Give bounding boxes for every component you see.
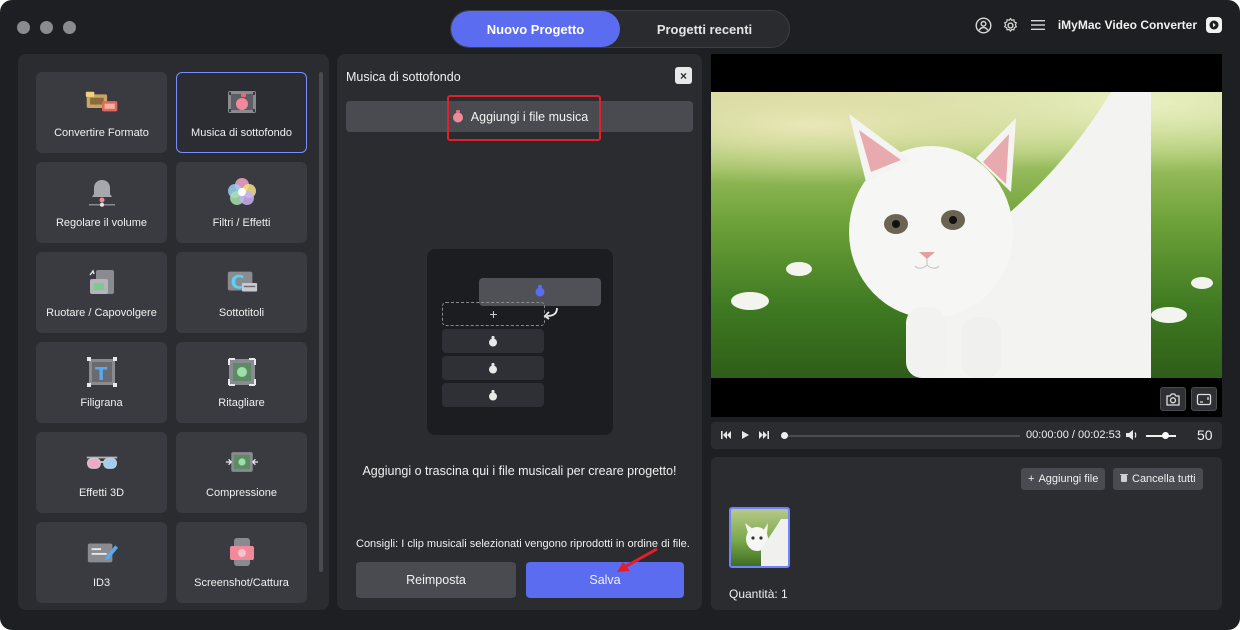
app-window: Nuovo Progetto Progetti recenti iMyMac V… xyxy=(0,0,1240,630)
filter-icon xyxy=(225,177,259,207)
music-bag-icon xyxy=(451,108,465,126)
tool-convert-format[interactable]: Convertire Formato xyxy=(36,72,167,153)
volume-slider[interactable] xyxy=(1146,435,1176,437)
drop-hint: Aggiungi o trascina qui i file musicali … xyxy=(362,464,677,478)
tool-label: Effetti 3D xyxy=(78,486,125,499)
tools-scrollbar[interactable] xyxy=(319,72,323,572)
time-readout: 00:00:00 / 00:02:53 xyxy=(1026,429,1121,441)
tool-label: Convertire Formato xyxy=(54,126,149,139)
tip-text: Consigli: I clip musicali selezionati ve… xyxy=(356,538,690,550)
close-window-dot[interactable] xyxy=(17,21,30,34)
tool-label: Screenshot/Cattura xyxy=(194,576,289,589)
save-button[interactable]: Salva xyxy=(526,562,684,598)
volume-bell-icon xyxy=(85,177,119,207)
tool-filters-effects[interactable]: Filtri / Effetti xyxy=(176,162,307,243)
user-icon[interactable] xyxy=(975,16,993,34)
tool-label: Filigrana xyxy=(80,396,123,409)
tool-watermark[interactable]: T Filigrana xyxy=(36,342,167,423)
window-controls xyxy=(17,21,76,34)
play-icon[interactable] xyxy=(738,428,752,442)
music-slot xyxy=(442,356,544,380)
clear-all-button[interactable]: Cancella tutti xyxy=(1113,468,1203,490)
music-slot xyxy=(442,329,544,353)
3d-glasses-icon xyxy=(85,447,119,477)
panel-title: Musica di sottofondo xyxy=(346,70,461,84)
skip-back-icon[interactable] xyxy=(719,428,733,442)
tool-background-music[interactable]: Musica di sottofondo xyxy=(176,72,307,153)
compress-icon xyxy=(225,447,259,477)
tool-label: Sottotitoli xyxy=(218,306,265,319)
subtitle-icon: C xyxy=(225,267,259,297)
tool-crop[interactable]: Ritagliare xyxy=(176,342,307,423)
convert-icon xyxy=(85,87,119,117)
tool-compression[interactable]: Compressione xyxy=(176,432,307,513)
drag-drop-illustration: + xyxy=(427,249,613,435)
files-panel: + Aggiungi file Cancella tutti Quantità:… xyxy=(711,457,1222,610)
tool-label: Ruotare / Capovolgere xyxy=(46,306,157,319)
rotate-icon xyxy=(85,267,119,297)
plus-icon: + xyxy=(1028,473,1035,485)
volume-icon[interactable] xyxy=(1125,428,1139,442)
progress-knob[interactable] xyxy=(781,432,788,439)
background-music-panel: Musica di sottofondo × Aggiungi i file m… xyxy=(337,54,702,610)
skip-forward-icon[interactable] xyxy=(757,428,771,442)
tool-3d-effects[interactable]: Effetti 3D xyxy=(36,432,167,513)
trash-icon xyxy=(1120,473,1128,485)
music-icon xyxy=(225,87,259,117)
watermark-icon: T xyxy=(85,356,119,387)
screenshot-icon xyxy=(225,537,259,567)
add-file-button[interactable]: + Aggiungi file xyxy=(1021,468,1106,490)
playback-bar: 00:00:00 / 00:02:53 50 xyxy=(711,422,1222,449)
tool-label: Compressione xyxy=(206,486,277,499)
project-tabs: Nuovo Progetto Progetti recenti xyxy=(450,10,790,48)
kitten-image xyxy=(849,92,1151,378)
maximize-window-dot[interactable] xyxy=(63,21,76,34)
header-actions: iMyMac Video Converter xyxy=(975,16,1222,34)
tab-recent-projects[interactable]: Progetti recenti xyxy=(620,11,789,47)
close-icon[interactable]: × xyxy=(675,67,692,84)
tool-label: Musica di sottofondo xyxy=(191,126,292,139)
tool-label: Ritagliare xyxy=(218,396,265,409)
add-music-label: Aggiungi i file musica xyxy=(470,109,589,124)
svg-text:T: T xyxy=(95,364,108,385)
plus-icon: + xyxy=(489,306,498,322)
minimize-window-dot[interactable] xyxy=(40,21,53,34)
progress-track[interactable] xyxy=(784,435,1020,437)
tool-adjust-volume[interactable]: Regolare il volume xyxy=(36,162,167,243)
tab-new-project[interactable]: Nuovo Progetto xyxy=(451,11,620,47)
tool-rotate-flip[interactable]: Ruotare / Capovolgere xyxy=(36,252,167,333)
crop-icon xyxy=(225,357,259,387)
add-file-label: Aggiungi file xyxy=(1038,473,1099,485)
menu-icon[interactable] xyxy=(1029,16,1047,34)
video-frame xyxy=(711,92,1222,378)
logo-icon xyxy=(1206,17,1222,33)
music-slot xyxy=(442,383,544,407)
tool-subtitles[interactable]: C Sottotitoli xyxy=(176,252,307,333)
brand-name: iMyMac Video Converter xyxy=(1057,18,1197,32)
camera-icon[interactable] xyxy=(1160,387,1186,411)
video-preview xyxy=(711,54,1222,417)
tool-id3[interactable]: ID3 xyxy=(36,522,167,603)
clear-all-label: Cancella tutti xyxy=(1132,473,1196,485)
tool-label: Regolare il volume xyxy=(55,216,148,229)
volume-knob[interactable] xyxy=(1162,432,1169,439)
return-arrow-icon xyxy=(540,305,560,326)
tool-label: Filtri / Effetti xyxy=(212,216,271,229)
music-bag-icon xyxy=(534,283,546,302)
tools-panel: Convertire Formato Musica di sottofondo … xyxy=(18,54,329,610)
video-thumbnail[interactable] xyxy=(729,507,790,568)
gear-icon[interactable] xyxy=(1002,16,1020,34)
quantity-label: Quantità: 1 xyxy=(729,587,788,601)
add-music-files-button[interactable]: Aggiungi i file musica xyxy=(346,101,693,132)
reset-button[interactable]: Reimposta xyxy=(356,562,516,598)
volume-value: 50 xyxy=(1197,427,1213,443)
fullscreen-icon[interactable] xyxy=(1191,387,1217,411)
tool-label: ID3 xyxy=(92,576,111,589)
tool-screenshot[interactable]: Screenshot/Cattura xyxy=(176,522,307,603)
id3-icon xyxy=(85,537,119,567)
drop-slot: + xyxy=(442,302,545,326)
